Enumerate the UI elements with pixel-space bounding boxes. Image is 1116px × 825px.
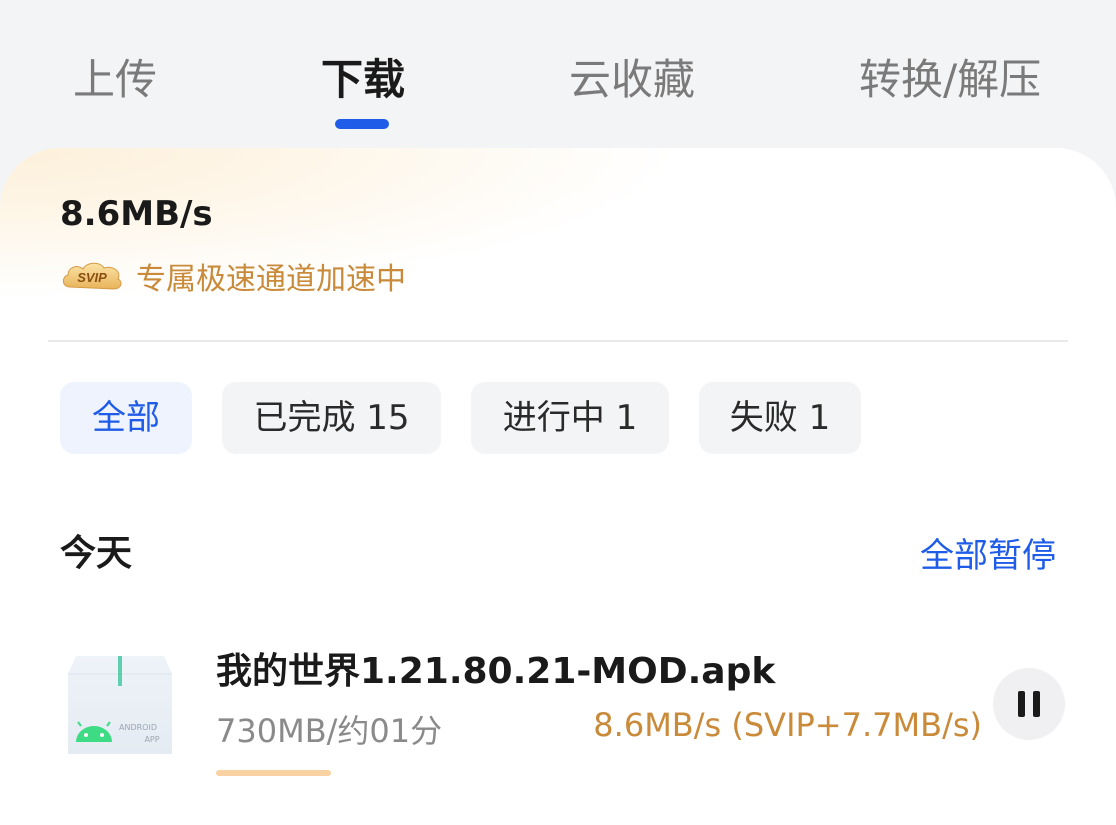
download-progress-bar <box>216 770 984 776</box>
svip-badge-icon: SVIP <box>60 259 124 293</box>
download-list-card: 8.6MB/s SVIP 专属极速通道加速中 全部 已完成 15 进行中 1 失… <box>0 148 1116 825</box>
icon-label-app: APP <box>144 735 159 744</box>
file-name: 我的世界1.21.80.21-MOD.apk <box>216 651 776 692</box>
section-title-today: 今天 <box>60 533 133 574</box>
tab-convert-unzip[interactable]: 转换/解压 <box>859 52 1041 108</box>
filter-completed[interactable]: 已完成 15 <box>222 382 441 454</box>
icon-label-android: ANDROID <box>119 723 157 732</box>
android-apk-icon: ANDROID APP <box>66 652 174 758</box>
file-download-speed: 8.6MB/s (SVIP+7.7MB/s) <box>593 706 982 744</box>
tab-cloud-collect[interactable]: 云收藏 <box>569 52 695 108</box>
svip-message: 专属极速通道加速中 <box>136 262 406 297</box>
filter-all[interactable]: 全部 <box>60 382 192 454</box>
current-speed: 8.6MB/s <box>60 194 213 234</box>
transfer-tabs: 上传 下载 云收藏 转换/解压 <box>0 0 1116 150</box>
pause-download-button[interactable] <box>993 668 1065 740</box>
download-progress-fill <box>216 770 332 776</box>
pause-all-button[interactable]: 全部暂停 <box>920 528 1056 577</box>
filter-failed[interactable]: 失败 1 <box>699 382 861 454</box>
filter-in-progress[interactable]: 进行中 1 <box>471 382 669 454</box>
tab-upload[interactable]: 上传 <box>73 52 157 108</box>
pause-icon-bar-left <box>1018 691 1025 717</box>
active-tab-indicator <box>335 119 389 129</box>
download-manager-screen: 上传 下载 云收藏 转换/解压 8.6MB/s SVIP 专属极速通道加速中 全… <box>0 0 1116 825</box>
svip-acceleration-row: SVIP 专属极速通道加速中 <box>60 256 406 297</box>
divider <box>48 340 1068 342</box>
file-size-eta: 730MB/约01分 <box>216 712 443 750</box>
pause-icon-bar-right <box>1033 691 1040 717</box>
download-item[interactable]: ANDROID APP 我的世界1.21.80.21-MOD.apk 730MB… <box>0 634 1116 784</box>
svip-badge-text: SVIP <box>77 270 107 285</box>
tab-download[interactable]: 下载 <box>321 52 405 108</box>
svip-glow-background <box>0 148 1116 348</box>
